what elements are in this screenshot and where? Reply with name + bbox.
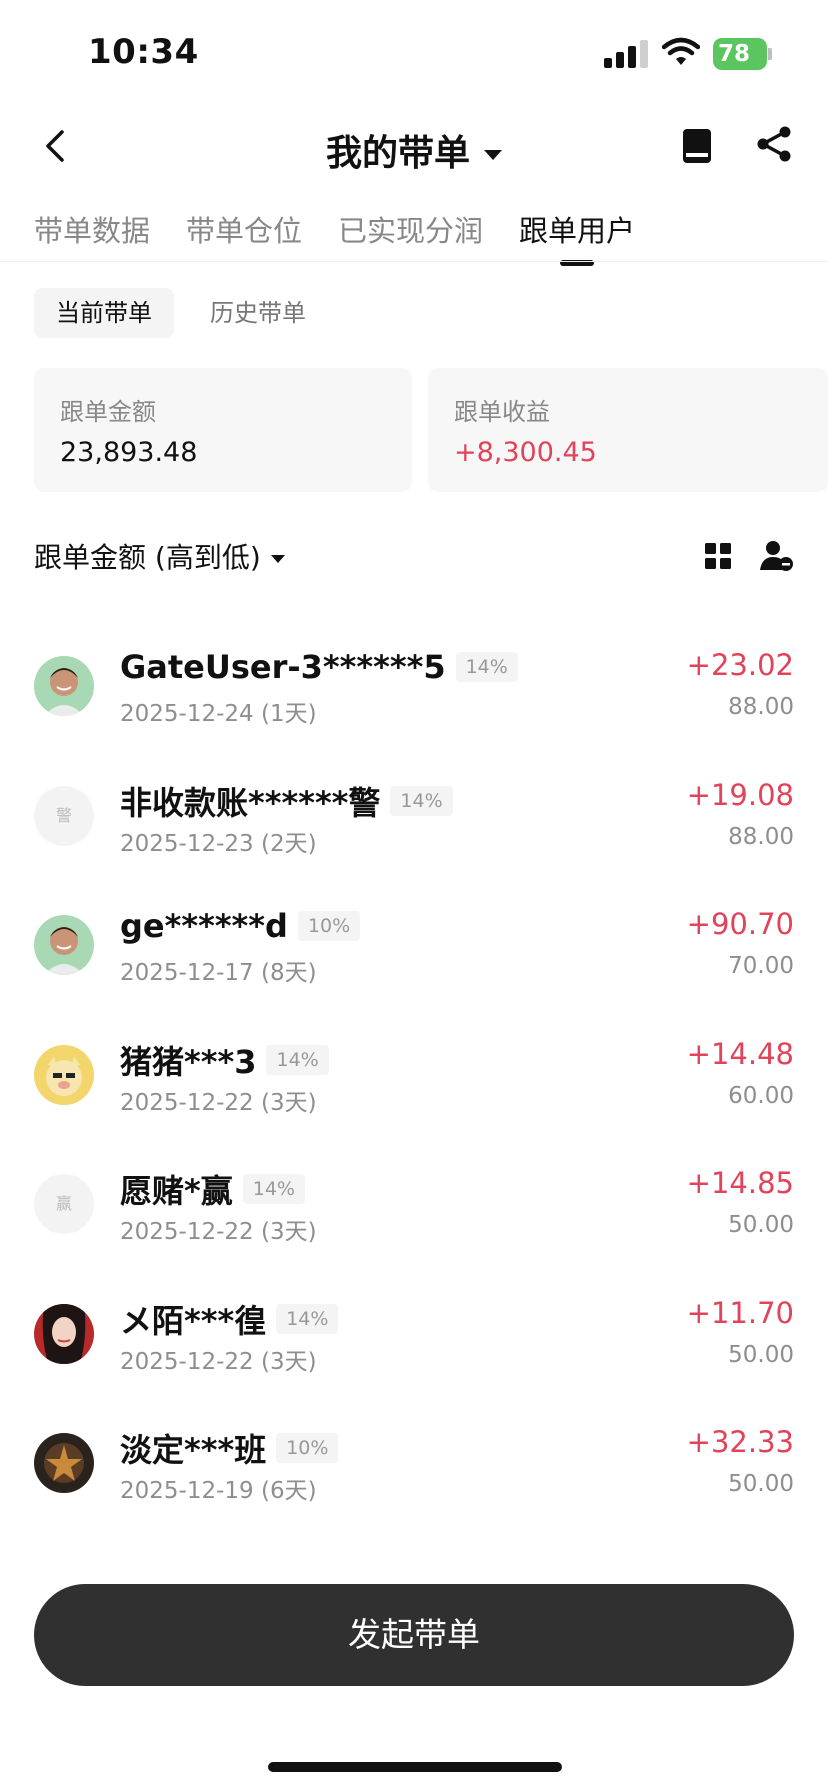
profit-value: +14.85 [686,1166,794,1200]
share-icon [757,126,791,162]
list-item[interactable]: 赢 愿赌*赢 14% 2025-12-22 (3天) +14.85 50.00 [0,1134,828,1264]
user-name: メ陌***徨 [120,1301,267,1340]
battery-icon: 78 [713,38,767,70]
list-item[interactable]: 警 非收款账******警 14% 2025-12-23 (2天) +19.08… [0,746,828,876]
list-item[interactable]: GateUser-3******5 14% 2025-12-24 (1天) +2… [0,616,828,746]
share-ratio-badge: 14% [276,1303,339,1334]
user-name: 愿赌*赢 [120,1172,233,1210]
follower-list: GateUser-3******5 14% 2025-12-24 (1天) +2… [0,616,828,1523]
follow-amount: 50.00 [728,1471,794,1497]
avatar [34,656,94,716]
profit-value: +23.02 [686,648,794,682]
user-name: 非收款账******警 [120,783,381,822]
tab-bar: 带单数据 带单仓位 已实现分润 跟单用户 [34,208,635,264]
grid-icon [705,543,731,569]
book-button[interactable] [680,126,714,170]
remove-follower-button[interactable] [760,540,794,576]
follow-date: 2025-12-19 (6天) [120,1478,317,1504]
signal-icon [604,38,648,68]
follow-amount: 50.00 [728,1212,794,1238]
page-title: 我的带单 [325,133,470,174]
list-item[interactable]: 淡定***班 10% 2025-12-19 (6天) +32.33 50.00 [0,1393,828,1523]
share-ratio-badge: 10% [276,1433,339,1463]
sort-label: 跟单金额 (高到低) [34,541,261,574]
battery-level: 78 [718,41,751,67]
tab-realized-profit[interactable]: 已实现分润 [338,208,483,258]
book-icon [683,129,711,163]
amount-label: 跟单金额 [60,398,156,426]
avatar [34,1303,94,1364]
amount-card: 跟单金额 23,893.48 [34,368,412,492]
user-name: 猪猪***3 [120,1042,257,1081]
user-name: 淡定***班 [120,1431,267,1469]
share-ratio-badge: 14% [266,1044,329,1075]
share-ratio-badge: 14% [242,1174,305,1204]
tab-copy-data[interactable]: 带单数据 [34,208,150,258]
sort-dropdown[interactable]: 跟单金额 (高到低) [34,536,285,576]
clock: 10:34 [88,32,199,72]
follow-date: 2025-12-17 (8天) [120,960,317,986]
follow-amount: 70.00 [728,953,794,979]
profit-value: +14.48 [686,1036,794,1071]
wifi-icon [661,36,701,72]
tab-positions[interactable]: 带单仓位 [186,208,302,258]
share-ratio-badge: 14% [390,785,453,816]
follow-date: 2025-12-22 (3天) [120,1219,317,1245]
avatar: 赢 [34,1174,94,1234]
follow-amount: 88.00 [728,694,794,720]
amount-value: 23,893.48 [60,437,198,468]
subtab-bar: 当前带单 历史带单 [34,288,328,338]
share-ratio-badge: 10% [297,911,361,941]
share-button[interactable] [754,124,794,168]
follow-amount: 60.00 [728,1082,794,1109]
avatar [34,1044,94,1105]
profit-value: +90.70 [686,907,794,941]
grid-view-button[interactable] [704,542,732,574]
battery-cap [768,48,772,60]
home-indicator [268,1762,562,1772]
user-name: GateUser-3******5 [120,648,446,686]
subtab-current[interactable]: 当前带单 [34,288,174,338]
nav-bar: 我的带单 [0,112,828,182]
follow-amount: 88.00 [728,823,794,850]
avatar [34,915,94,975]
chevron-down-icon [270,555,285,563]
profit-card: 跟单收益 +8,300.45 [428,368,828,492]
profit-label: 跟单收益 [454,398,550,426]
user-remove-icon [760,541,793,571]
user-name: ge******d [120,907,288,945]
list-item[interactable]: 猪猪***3 14% 2025-12-22 (3天) +14.48 60.00 [0,1005,828,1135]
list-item[interactable]: ge******d 10% 2025-12-17 (8天) +90.70 70.… [0,875,828,1005]
follow-date: 2025-12-23 (2天) [120,830,317,857]
profit-value: +11.70 [686,1295,794,1330]
follow-amount: 50.00 [728,1341,794,1368]
page: 10:34 78 我的带单 带单数据 带单仓位 已实现分润 跟单用户 当前带单 … [0,0,828,1792]
avatar: 警 [34,785,94,846]
list-item[interactable]: メ陌***徨 14% 2025-12-22 (3天) +11.70 50.00 [0,1264,828,1394]
share-ratio-badge: 14% [455,652,518,682]
follow-date: 2025-12-22 (3天) [120,1348,317,1375]
start-copy-trading-button[interactable]: 发起带单 [34,1584,794,1686]
subtab-history[interactable]: 历史带单 [188,288,328,338]
tab-divider [0,261,828,262]
profit-value: +19.08 [686,777,794,812]
follow-date: 2025-12-24 (1天) [120,701,317,727]
status-bar: 10:34 78 [0,0,828,100]
tab-followers[interactable]: 跟单用户 [519,208,635,258]
follow-date: 2025-12-22 (3天) [120,1089,317,1116]
chevron-down-icon [484,150,502,160]
profit-value: +8,300.45 [454,437,597,468]
avatar [34,1433,94,1493]
profit-value: +32.33 [686,1425,794,1459]
